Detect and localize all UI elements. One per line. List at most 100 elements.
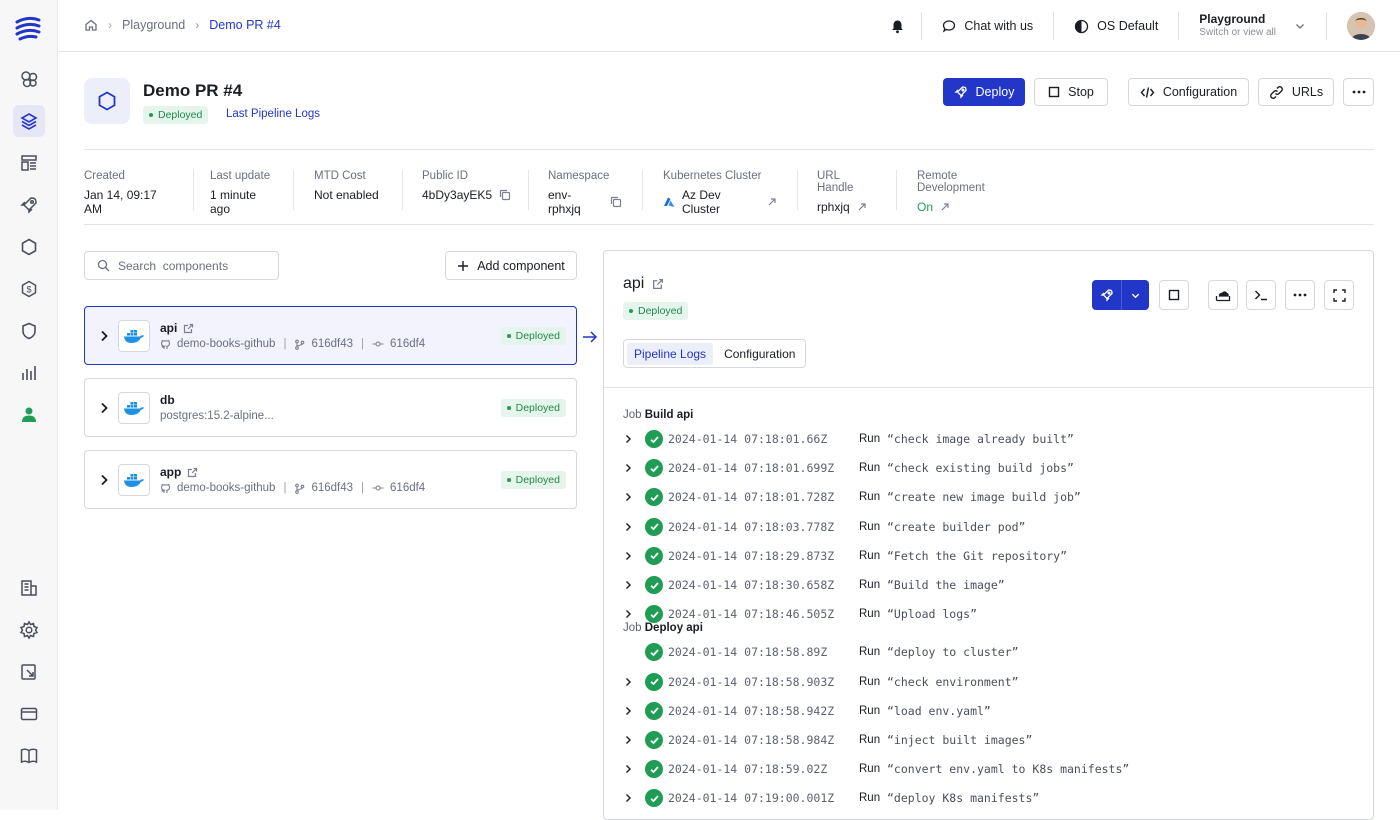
nav-cost-icon[interactable]: $ <box>13 273 45 305</box>
check-circle-icon <box>645 517 663 536</box>
log-row[interactable]: 2024-01-14 07:18:58.89Z Run “deploy to clu… <box>623 641 1019 663</box>
log-row[interactable]: 2024-01-14 07:18:03.778Z Run “create build… <box>623 516 1025 538</box>
nav-components-icon[interactable] <box>13 231 45 263</box>
chevron-right-icon[interactable] <box>623 793 645 803</box>
chevron-right-icon[interactable] <box>623 551 645 561</box>
log-row[interactable]: 2024-01-14 07:18:58.903Z Run “check enviro… <box>623 671 1019 693</box>
external-arrow-icon[interactable] <box>940 202 950 212</box>
nav-billing-icon[interactable] <box>13 698 45 730</box>
nav-environments-icon[interactable] <box>13 105 45 137</box>
page-title: Demo PR #4 <box>143 81 243 100</box>
branch-ref: 616df43 <box>311 338 354 350</box>
rocket-icon[interactable] <box>1092 280 1122 310</box>
svg-text:$: $ <box>26 285 31 295</box>
external-link-icon[interactable] <box>183 323 194 334</box>
app-logo[interactable] <box>14 14 44 44</box>
check-circle-icon <box>645 459 663 478</box>
bell-icon <box>890 19 905 34</box>
more-horizontal-icon <box>1352 90 1366 94</box>
external-link-icon[interactable] <box>187 467 198 478</box>
chevron-right-icon[interactable] <box>623 735 645 745</box>
separator: | <box>361 338 365 350</box>
log-row[interactable]: 2024-01-14 07:18:29.873Z Run “Fetch the Gi… <box>623 545 1067 567</box>
chevron-right-icon[interactable] <box>623 434 645 444</box>
log-command: “convert env.yaml to K8s manifests” <box>887 762 1130 777</box>
chevron-right-icon[interactable] <box>623 492 645 502</box>
stop-icon-button[interactable] <box>1159 280 1189 310</box>
chevron-right-icon[interactable] <box>623 764 645 774</box>
chevron-right-icon[interactable] <box>97 401 111 415</box>
more-actions-button[interactable] <box>1343 78 1374 106</box>
meta-label: Kubernetes Cluster <box>663 170 762 182</box>
component-card-db[interactable]: db postgres:15.2-alpine... Deployed <box>84 378 577 437</box>
last-pipeline-logs-link[interactable]: Last Pipeline Logs <box>226 108 320 120</box>
nav-team-icon[interactable] <box>13 399 45 431</box>
chevron-down-icon[interactable] <box>1122 280 1149 310</box>
fullscreen-icon-button[interactable] <box>1324 280 1354 310</box>
status-badge: Deployed <box>500 471 566 489</box>
nav-security-icon[interactable] <box>13 315 45 347</box>
rocket-icon <box>953 85 968 99</box>
chevron-right-icon[interactable] <box>623 580 645 590</box>
user-menu[interactable] <box>1326 12 1400 40</box>
theme-label: OS Default <box>1097 19 1159 33</box>
deploy-button[interactable]: Deploy <box>943 78 1025 106</box>
chevron-right-icon[interactable] <box>97 329 111 343</box>
nav-analytics-icon[interactable] <box>13 357 45 389</box>
log-run-label: Run <box>859 646 881 659</box>
nav-integrations-icon[interactable] <box>13 656 45 688</box>
breadcrumb-current[interactable]: Demo PR #4 <box>209 18 281 32</box>
tab-pipeline-logs[interactable]: Pipeline Logs <box>627 342 714 365</box>
log-row[interactable]: 2024-01-14 07:18:59.02Z Run “convert env.y… <box>623 758 1129 780</box>
chevron-right-icon[interactable] <box>623 677 645 687</box>
log-row[interactable]: 2024-01-14 07:19:00.001Z Run “deploy K8s m… <box>623 787 1039 809</box>
chevron-right-icon[interactable] <box>623 706 645 716</box>
more-actions-button[interactable] <box>1285 280 1315 310</box>
chevron-right-icon[interactable] <box>623 522 645 532</box>
nav-deployments-icon[interactable] <box>13 189 45 221</box>
environment-hexagon-icon <box>84 78 130 124</box>
breadcrumb-item[interactable]: Playground <box>122 18 185 32</box>
stop-label: Stop <box>1068 85 1094 99</box>
logs-icon-button[interactable] <box>1208 280 1238 310</box>
tab-configuration[interactable]: Configuration <box>717 343 802 365</box>
chat-button[interactable]: Chat with us <box>921 12 1053 40</box>
log-row[interactable]: 2024-01-14 07:18:01.728Z Run “create new i… <box>623 486 1081 508</box>
nav-blueprints-icon[interactable] <box>13 147 45 179</box>
log-row[interactable]: 2024-01-14 07:18:58.984Z Run “inject built… <box>623 729 1032 751</box>
component-card-app[interactable]: app demo-books-github | 616df43 | 616df4… <box>84 450 577 509</box>
stop-button[interactable]: Stop <box>1034 78 1108 106</box>
component-card-api[interactable]: api demo-books-github | 616df43 | 616df4… <box>84 306 577 365</box>
org-switcher[interactable]: Playground Switch or view all <box>1178 12 1326 40</box>
job-name: Build api <box>644 409 694 421</box>
nav-organization-icon[interactable] <box>13 572 45 604</box>
meta-value-text: 4bDy3ayEK5 <box>422 188 493 202</box>
nav-apps-icon[interactable] <box>13 63 45 95</box>
terminal-icon-button[interactable] <box>1246 280 1276 310</box>
external-arrow-icon[interactable] <box>857 202 867 212</box>
configuration-button[interactable]: Configuration <box>1128 78 1249 106</box>
job-name: Deploy api <box>644 622 703 635</box>
urls-button[interactable]: URLs <box>1258 78 1334 106</box>
log-row[interactable]: 2024-01-14 07:18:01.699Z Run “check existi… <box>623 457 1074 479</box>
home-icon[interactable] <box>84 18 98 32</box>
chevron-right-icon[interactable] <box>623 609 645 619</box>
search-input[interactable] <box>118 258 268 273</box>
notifications-button[interactable] <box>874 12 921 40</box>
deploy-split-button[interactable] <box>1092 280 1149 310</box>
theme-toggle[interactable]: OS Default <box>1053 12 1178 40</box>
log-run-label: Run <box>859 462 881 475</box>
log-row[interactable]: 2024-01-14 07:18:30.658Z Run “Build the im… <box>623 574 1005 596</box>
check-circle-icon <box>645 643 663 662</box>
external-link-icon[interactable] <box>652 278 664 290</box>
nav-settings-icon[interactable] <box>13 614 45 646</box>
copy-icon[interactable] <box>610 196 622 208</box>
copy-icon[interactable] <box>499 189 511 201</box>
chevron-right-icon[interactable] <box>623 463 645 473</box>
log-row[interactable]: 2024-01-14 07:18:58.942Z Run “load env.yam… <box>623 700 991 722</box>
external-arrow-icon[interactable] <box>767 197 777 207</box>
chevron-right-icon[interactable] <box>97 473 111 487</box>
nav-docs-icon[interactable] <box>13 740 45 772</box>
log-row[interactable]: 2024-01-14 07:18:01.66Z Run “check image a… <box>623 428 1074 450</box>
add-component-button[interactable]: Add component <box>445 251 577 280</box>
